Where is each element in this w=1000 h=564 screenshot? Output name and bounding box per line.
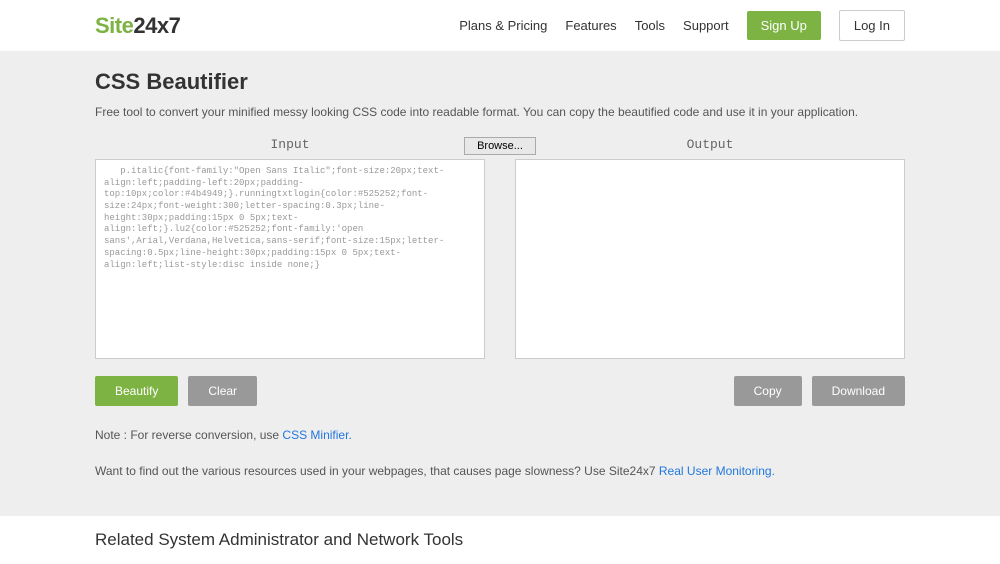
logo-green: Site (95, 13, 133, 38)
logo[interactable]: Site24x7 (95, 13, 180, 39)
main-container: CSS Beautifier Free tool to convert your… (85, 51, 915, 496)
nav-plans[interactable]: Plans & Pricing (459, 18, 547, 33)
nav: Plans & Pricing Features Tools Support S… (459, 10, 905, 41)
css-minifier-link[interactable]: CSS Minifier. (282, 428, 351, 442)
output-column: Output (515, 137, 905, 157)
output-label: Output (515, 137, 905, 152)
nav-features[interactable]: Features (565, 18, 616, 33)
info-line: Want to find out the various resources u… (95, 464, 905, 478)
info-prefix: Want to find out the various resources u… (95, 464, 659, 478)
related-section: Related System Administrator and Network… (0, 516, 1000, 564)
button-row: Beautify Clear Copy Download (95, 376, 905, 406)
description: Free tool to convert your minified messy… (95, 105, 905, 119)
clear-button[interactable]: Clear (188, 376, 257, 406)
note: Note : For reverse conversion, use CSS M… (95, 428, 905, 442)
input-textarea[interactable] (95, 159, 485, 359)
beautify-button[interactable]: Beautify (95, 376, 178, 406)
nav-support[interactable]: Support (683, 18, 729, 33)
nav-tools[interactable]: Tools (635, 18, 665, 33)
related-title: Related System Administrator and Network… (95, 530, 905, 550)
signup-button[interactable]: Sign Up (747, 11, 821, 40)
note-prefix: Note : For reverse conversion, use (95, 428, 282, 442)
input-column: Input (95, 137, 485, 157)
output-area (515, 159, 905, 359)
download-button[interactable]: Download (812, 376, 905, 406)
browse-button[interactable]: Browse... (464, 137, 536, 155)
page-title: CSS Beautifier (95, 69, 905, 95)
header: Site24x7 Plans & Pricing Features Tools … (0, 0, 1000, 51)
logo-dark: 24x7 (133, 13, 180, 38)
rum-link[interactable]: Real User Monitoring. (659, 464, 775, 478)
copy-button[interactable]: Copy (734, 376, 802, 406)
login-button[interactable]: Log In (839, 10, 905, 41)
input-label: Input (270, 137, 309, 152)
